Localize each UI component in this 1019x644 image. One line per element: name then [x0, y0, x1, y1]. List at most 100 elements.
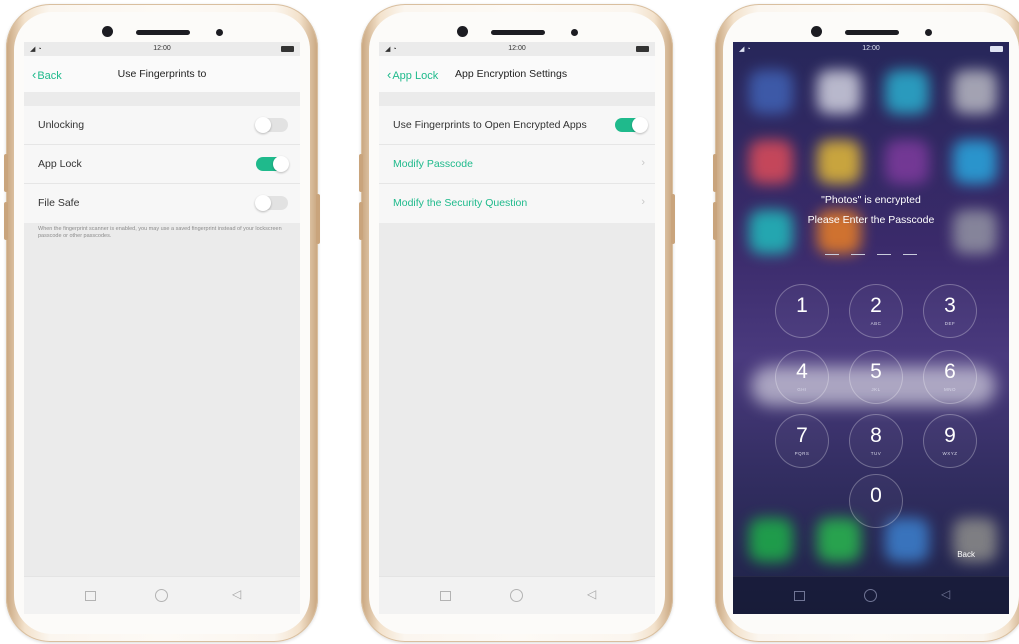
keypad-key-1[interactable]: 1	[775, 284, 829, 338]
settings-row-file-safe[interactable]: File Safe	[24, 184, 300, 223]
blurred-app-icon	[885, 518, 929, 562]
key-digit: 6	[944, 360, 956, 383]
app-lock-toggle[interactable]	[256, 156, 289, 172]
recent-apps-icon[interactable]	[85, 591, 96, 601]
sensor-dot	[925, 29, 932, 36]
volume-button	[359, 202, 363, 240]
row-label: Use Fingerprints to Open Encrypted Apps	[393, 119, 587, 131]
sensor-dot	[216, 29, 223, 36]
settings-row-security-question[interactable]: Modify the Security Question ›	[379, 184, 655, 223]
keypad-back-button[interactable]: Back	[957, 550, 975, 559]
settings-row-fingerprint-apps[interactable]: Use Fingerprints to Open Encrypted Apps	[379, 106, 655, 145]
unlocking-toggle[interactable]	[255, 117, 288, 133]
settings-row-unlocking[interactable]: Unlocking	[24, 106, 300, 145]
settings-group: Unlocking App Lock File Safe	[24, 106, 300, 223]
status-time: 12:00	[153, 45, 171, 52]
phone-1: ◢ ◔ 12:00 ‹Back Use Fingerprints to Unlo…	[4, 4, 320, 642]
nav-back-icon[interactable]: ◁	[941, 587, 950, 601]
blurred-app-icon	[885, 140, 929, 184]
blurred-app-icon	[749, 140, 793, 184]
passcode-dot	[851, 254, 865, 255]
battery-icon	[636, 46, 649, 52]
bottom-navigation: ◁	[24, 576, 300, 614]
nav-back-icon[interactable]: ◁	[232, 587, 241, 601]
recent-apps-icon[interactable]	[794, 591, 805, 601]
volume-button	[713, 154, 717, 192]
status-time: 12:00	[862, 45, 880, 52]
settings-row-app-lock[interactable]: App Lock	[24, 145, 300, 184]
back-button[interactable]: ‹App Lock	[387, 67, 438, 82]
row-label: App Lock	[38, 158, 82, 170]
row-label: File Safe	[38, 197, 80, 209]
camera-icon	[102, 26, 113, 37]
camera-icon	[811, 26, 822, 37]
key-digit: 5	[870, 360, 882, 383]
home-icon[interactable]	[864, 589, 877, 602]
passcode-dot	[903, 254, 917, 255]
keypad-key-5[interactable]: 5 JKL	[849, 350, 903, 404]
nav-back-icon[interactable]: ◁	[587, 587, 596, 601]
blurred-app-icon	[749, 518, 793, 562]
key-digit: 2	[870, 294, 882, 317]
row-label: Modify the Security Question	[393, 197, 528, 209]
keypad-key-7[interactable]: 7 PQRS	[775, 414, 829, 468]
chevron-left-icon: ‹	[387, 67, 392, 82]
fingerprint-apps-toggle[interactable]	[615, 117, 648, 133]
file-safe-toggle[interactable]	[255, 195, 288, 211]
volume-button	[4, 202, 8, 240]
home-icon[interactable]	[155, 589, 168, 602]
blurred-app-icon	[953, 140, 997, 184]
phone-3: ◢ ◔ 12:00 "Photos" is encrypted Please E…	[713, 4, 1019, 642]
blurred-app-icon	[749, 70, 793, 114]
bottom-navigation: ◁	[379, 576, 655, 614]
keypad-key-3[interactable]: 3 DEF	[923, 284, 977, 338]
nav-bar: ‹Back Use Fingerprints to	[24, 56, 300, 92]
volume-button	[4, 154, 8, 192]
power-button	[316, 194, 320, 244]
status-bar: ◢ ◔ 12:00	[379, 42, 655, 56]
screen-use-fingerprints: ◢ ◔ 12:00 ‹Back Use Fingerprints to Unlo…	[24, 42, 300, 614]
nav-bar: ‹App Lock App Encryption Settings	[379, 56, 655, 92]
blurred-app-icon	[817, 70, 861, 114]
passcode-dot	[825, 254, 839, 255]
speaker-grille	[845, 30, 899, 35]
bottom-navigation: ◁	[733, 576, 1009, 614]
key-letters: PQRS	[794, 451, 810, 456]
keypad-key-6[interactable]: 6 MNO	[923, 350, 977, 404]
back-label: App Lock	[392, 70, 439, 82]
blurred-app-icon	[885, 70, 929, 114]
keypad-key-8[interactable]: 8 TUV	[849, 414, 903, 468]
home-icon[interactable]	[510, 589, 523, 602]
key-letters: TUV	[870, 451, 882, 456]
key-digit: 0	[870, 484, 882, 507]
status-bar: ◢ ◔ 12:00	[24, 42, 300, 56]
keypad-key-2[interactable]: 2 ABC	[849, 284, 903, 338]
recent-apps-icon[interactable]	[440, 591, 451, 601]
chevron-right-icon: ›	[641, 196, 645, 208]
chevron-right-icon: ›	[641, 157, 645, 169]
status-bar: ◢ ◔ 12:00	[733, 42, 1009, 56]
row-label: Modify Passcode	[393, 158, 473, 170]
keypad-key-4[interactable]: 4 GHI	[775, 350, 829, 404]
page-title: Use Fingerprints to	[117, 68, 207, 80]
enter-passcode-prompt: Please Enter the Passcode	[807, 214, 935, 226]
key-digit: 7	[796, 424, 808, 447]
keypad-key-9[interactable]: 9 WXYZ	[923, 414, 977, 468]
speaker-grille	[491, 30, 545, 35]
key-letters: JKL	[871, 387, 881, 392]
settings-group: Use Fingerprints to Open Encrypted Apps …	[379, 106, 655, 223]
blurred-app-icon	[817, 518, 861, 562]
toggle-knob	[255, 195, 271, 211]
settings-row-modify-passcode[interactable]: Modify Passcode ›	[379, 145, 655, 184]
keypad-key-0[interactable]: 0	[849, 474, 903, 528]
volume-button	[359, 154, 363, 192]
toggle-knob	[632, 117, 648, 133]
key-letters: WXYZ	[942, 451, 958, 456]
camera-icon	[457, 26, 468, 37]
key-letters: ABC	[870, 321, 882, 326]
sensor-dot	[571, 29, 578, 36]
row-label: Unlocking	[38, 119, 85, 131]
screen-app-encryption: ◢ ◔ 12:00 ‹App Lock App Encryption Setti…	[379, 42, 655, 614]
volume-button	[713, 202, 717, 240]
speaker-grille	[136, 30, 190, 35]
